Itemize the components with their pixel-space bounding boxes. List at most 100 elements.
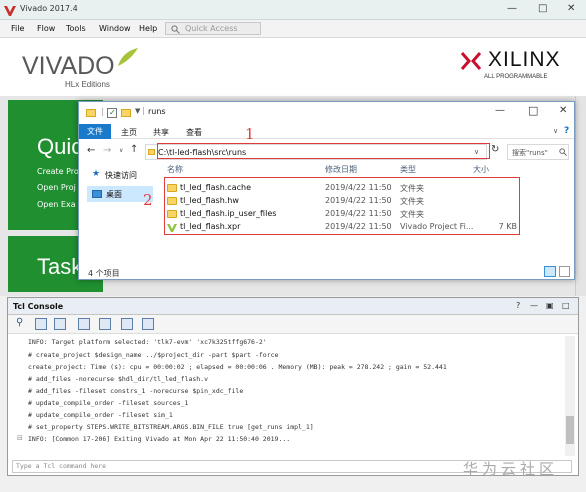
console-scrollbar[interactable] [565, 336, 575, 456]
tab-file[interactable]: 文件 [79, 124, 111, 139]
refresh-icon[interactable]: ↻ [491, 144, 499, 155]
window-title: Vivado 2017.4 [20, 4, 78, 13]
up-arrow-icon[interactable]: ↑ [130, 144, 138, 155]
console-restore-icon[interactable]: ▣ [546, 301, 554, 310]
console-line: # add_files -fileset constrs_1 -norecurs… [28, 387, 244, 395]
annotation-2: 2 [143, 191, 153, 209]
vivado-logo: VIVADO [22, 52, 115, 80]
address-folder-icon [148, 149, 155, 155]
console-line: # set_property STEPS.WRITE_BITSTREAM.ARG… [28, 423, 314, 431]
title-divider-icon: | [142, 106, 145, 115]
open-project-link[interactable]: Open Proj [37, 183, 76, 192]
menu-flow[interactable]: Flow [37, 24, 55, 33]
nav-desktop-label: 桌面 [106, 190, 122, 199]
explorer-maximize-icon[interactable]: □ [528, 104, 538, 117]
quick-toolbar-dropdown-icon[interactable]: ▼ [135, 107, 140, 115]
back-arrow-icon[interactable]: ← [87, 145, 95, 156]
vivado-title-bar: Vivado 2017.4 — □ ✕ [0, 0, 586, 20]
column-size[interactable]: 大小 [473, 164, 489, 175]
expand-all-icon[interactable] [54, 318, 66, 330]
ribbon-expand-icon[interactable]: ∨ [553, 127, 558, 135]
search-icon [171, 25, 180, 34]
tcl-command-placeholder: Type a Tcl command here [16, 462, 107, 470]
console-line: INFO: [Common 17-206] Exiting Vivado at … [28, 435, 291, 443]
tiles-view-icon[interactable] [559, 266, 570, 277]
recent-dropdown-icon[interactable]: ∨ [119, 147, 123, 154]
collapse-all-icon[interactable] [35, 318, 47, 330]
tcl-console-title: Tcl Console [13, 302, 64, 311]
item-count: 4 个项目 [88, 269, 120, 278]
open-example-link[interactable]: Open Exa [37, 200, 76, 209]
toolbar-divider-icon: | [101, 107, 104, 116]
desktop-icon [92, 190, 102, 198]
vivado-leaf-icon [118, 48, 138, 66]
navigation-pane: ★ 快速访问 桌面 [79, 165, 159, 267]
address-highlight-box [157, 143, 490, 159]
nav-quick-access[interactable]: 快速访问 [105, 170, 137, 181]
menu-bar: File Flow Tools Window Help Quick Access [0, 20, 586, 38]
menu-help[interactable]: Help [139, 24, 157, 33]
menu-window[interactable]: Window [99, 24, 131, 33]
copy-icon[interactable] [99, 318, 111, 330]
status-bar: 4 个项目 [79, 265, 574, 279]
tcl-console: Tcl Console ? — ▣ □ ⚲ INFO: Target platf… [7, 297, 579, 476]
create-project-link[interactable]: Create Pro [37, 167, 79, 176]
tcl-toolbar: ⚲ [8, 315, 578, 334]
explorer-close-icon[interactable]: ✕ [559, 105, 567, 116]
xilinx-logo: XILINX [488, 48, 561, 71]
column-name[interactable]: 名称 [167, 164, 183, 175]
ribbon-tabs: 文件 主页 共享 查看 ∨ ? [79, 124, 574, 139]
console-maximize-icon[interactable]: □ [562, 301, 570, 310]
right-panel-strip [575, 96, 586, 296]
maximize-icon[interactable]: □ [538, 3, 547, 14]
details-view-icon[interactable] [544, 266, 556, 277]
delete-icon[interactable] [142, 318, 154, 330]
properties-icon[interactable]: ✓ [107, 108, 117, 118]
console-line: # add_files -norecurse $hdl_dir/tl_led_f… [28, 375, 209, 383]
minimize-icon[interactable]: — [507, 3, 517, 14]
collapse-marker-icon[interactable]: ⊟ [17, 434, 23, 442]
column-type[interactable]: 类型 [400, 164, 416, 175]
explorer-title: runs [148, 107, 166, 116]
star-icon: ★ [92, 169, 101, 179]
watermark: 华为云社区 [463, 460, 559, 478]
quick-start-heading: Quic [37, 134, 83, 159]
forward-arrow-icon[interactable]: → [103, 145, 111, 156]
tcl-console-header: Tcl Console ? — ▣ □ [8, 298, 578, 315]
search-input[interactable]: 搜索"runs" [507, 144, 569, 160]
console-line: # update_compile_order -fileset sources_… [28, 399, 189, 407]
folder-icon [86, 109, 96, 117]
help-icon[interactable]: ? [564, 126, 569, 136]
close-icon[interactable]: ✕ [567, 3, 575, 14]
search-icon [559, 148, 567, 156]
tab-view[interactable]: 查看 [186, 127, 202, 138]
console-line: INFO: Target platform selected: 'tlk7-ev… [28, 338, 267, 346]
vivado-edition: HLx Editions [65, 80, 110, 89]
explorer-title-bar: | ✓ ▼ | runs — □ ✕ [79, 102, 574, 124]
menu-tools[interactable]: Tools [66, 24, 86, 33]
console-line: create_project: Time (s): cpu = 00:00:02… [28, 363, 447, 371]
console-line: # create_project $design_name ../$projec… [28, 351, 279, 359]
console-minimize-icon[interactable]: — [530, 301, 538, 310]
quick-access-input[interactable]: Quick Access [165, 22, 261, 35]
scrollbar-thumb[interactable] [566, 416, 574, 444]
xilinx-tagline: ALL PROGRAMMABLE [484, 74, 548, 80]
search-icon[interactable]: ⚲ [16, 317, 23, 328]
menu-file[interactable]: File [11, 24, 24, 33]
files-highlight-box [164, 177, 520, 235]
column-date[interactable]: 修改日期 [325, 164, 357, 175]
console-line: # update_compile_order -fileset sim_1 [28, 411, 173, 419]
quick-access-placeholder: Quick Access [185, 24, 238, 33]
vivado-app-icon [4, 6, 16, 16]
pause-icon[interactable] [78, 318, 90, 330]
new-folder-icon[interactable] [121, 109, 131, 117]
xilinx-logo-icon [460, 52, 482, 70]
explorer-minimize-icon[interactable]: — [495, 105, 505, 116]
tab-home[interactable]: 主页 [121, 127, 137, 138]
table-icon[interactable] [121, 318, 133, 330]
tab-share[interactable]: 共享 [153, 127, 169, 138]
console-help-icon[interactable]: ? [516, 301, 520, 310]
search-placeholder: 搜索"runs" [512, 149, 548, 157]
tasks-heading: Task [37, 254, 83, 279]
annotation-1: 1 [245, 125, 255, 143]
